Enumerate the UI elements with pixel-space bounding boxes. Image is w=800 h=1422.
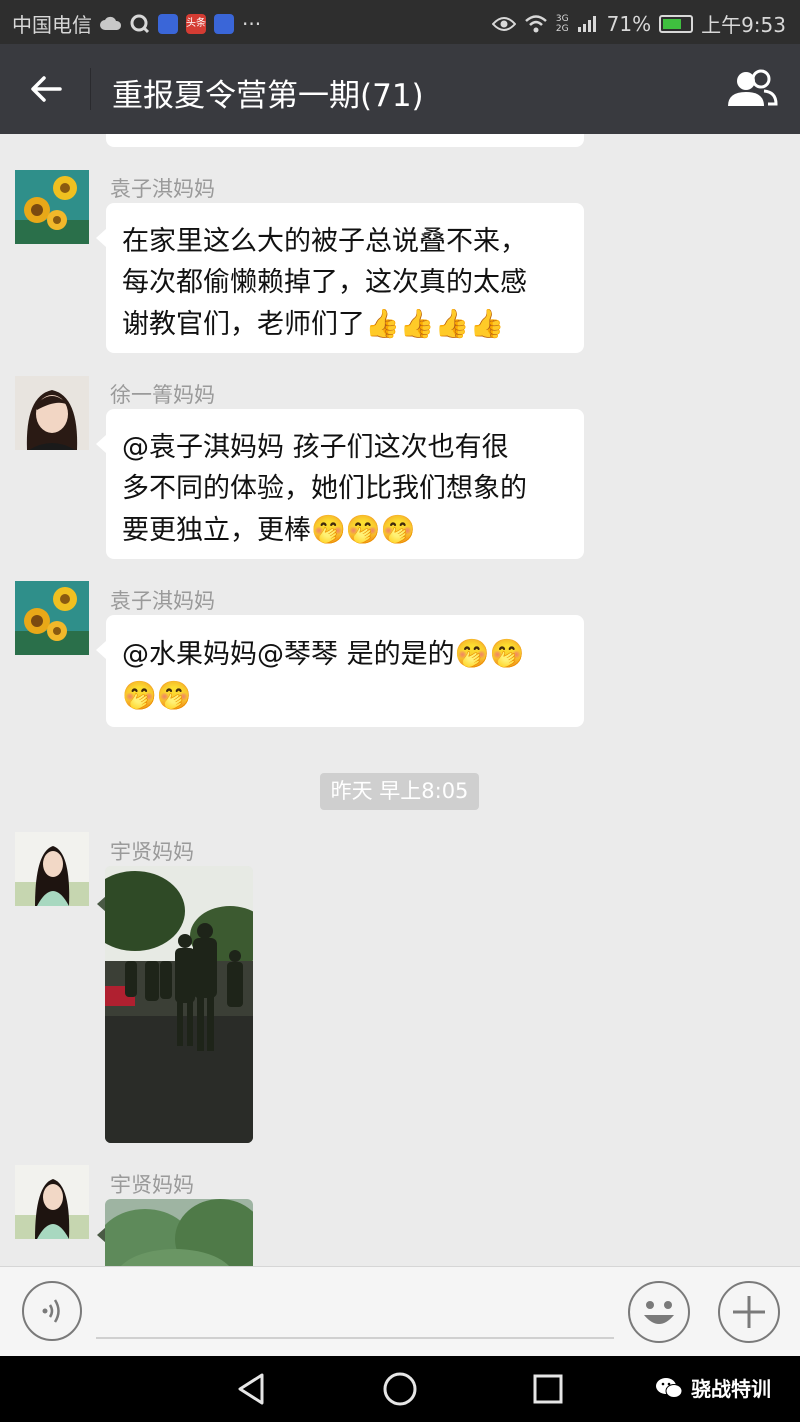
more-notifications: ··· [242,11,262,36]
watermark-text: 骁战特训 [691,1377,771,1401]
wechat-logo-icon [656,1377,683,1398]
avatar[interactable] [15,1165,89,1239]
message-line-with-emoji: @水果妈妈@琴琴 是的是的🤭🤭 [122,637,525,670]
chat-header: 重报夏令营第一期(71) [0,44,800,134]
baidu-paw-icon [214,13,234,34]
watermark: 骁战特训 [655,1373,771,1402]
toutiao-icon: 头条 [186,13,206,34]
battery-fill [663,18,682,29]
smile-emoji: 🤭🤭🤭 [311,513,416,546]
system-back-icon[interactable] [232,1370,270,1408]
sender-name: 宇贤妈妈 [110,1173,194,1197]
sender-name: 袁子淇妈妈 [110,177,215,201]
back-arrow-icon[interactable] [26,69,66,109]
sender-name: 宇贤妈妈 [110,840,194,864]
thumbs-up-emoji: 👍👍👍👍 [365,307,505,340]
voice-input-button[interactable] [22,1281,82,1341]
message-line-with-emoji: 谢教官们，老师们了👍👍👍👍 [122,307,505,340]
group-members-icon[interactable] [726,68,778,110]
message-input[interactable] [96,1287,614,1339]
photo-message[interactable] [105,1199,253,1266]
smile-emoji: 🤭🤭 [454,637,525,670]
message-bubble[interactable]: @袁子淇妈妈 孩子们这次也有很 多不同的体验，她们比我们想象的 要更独立，更棒🤭… [96,409,584,559]
battery-icon [659,14,694,33]
sender-name: 徐一箐妈妈 [110,383,215,407]
woman-avatar-icon [15,832,89,906]
avatar[interactable] [15,581,89,655]
chat-title: 重报夏令营第一期(71) [112,78,424,114]
avatar[interactable] [15,376,89,450]
search-app-icon [130,14,150,33]
smile-emoji: 🤭🤭 [122,679,192,712]
system-home-icon[interactable] [382,1371,418,1407]
avatar[interactable] [15,832,89,906]
plus-icon [733,1296,765,1328]
emoji-button[interactable] [628,1281,690,1343]
sender-name: 袁子淇妈妈 [110,589,215,613]
woman-avatar-icon [15,1165,89,1239]
clock: 上午9:53 [701,13,786,37]
message-bubble[interactable]: 在家里这么大的被子总说叠不来， 每次都偷懒赖掉了，这次真的太感 谢教官们，老师们… [96,203,584,353]
message-line: 多不同的体验，她们比我们想象的 [122,473,527,504]
smiley-icon [644,1301,674,1324]
eye-icon [491,16,516,31]
voice-icon [42,1299,60,1323]
cloud-icon [100,16,122,30]
time-divider: 昨天 早上8:05 [320,773,479,810]
network-type: 3G 2G [555,13,569,34]
message-line: 每次都偷懒赖掉了，这次真的太感 [122,267,527,298]
system-navigation-bar: 骁战特训 [0,1356,800,1422]
military-camp-photo-icon [105,866,253,1143]
message-bubble[interactable]: @水果妈妈@琴琴 是的是的🤭🤭 🤭🤭 [96,615,584,727]
message-bubble-partial[interactable] [106,134,584,147]
baidu-paw-icon [158,13,178,34]
woman-avatar-icon [15,376,89,450]
message-list[interactable]: 袁子淇妈妈 在家里这么大的被子总说叠不来， 每次都偷懒赖掉了，这次真的太感 谢教… [0,134,800,1266]
sunflower-avatar-icon [15,170,89,244]
status-bar: 中国电信 头条 ··· 3G 2G 71% 上午9:53 [0,0,800,44]
more-actions-button[interactable] [718,1281,780,1343]
battery-percent: 71% [606,11,652,36]
photo-message[interactable] [105,866,253,1143]
signal-icon [577,15,596,32]
trees-photo-icon [105,1199,253,1266]
wifi-icon [525,14,547,32]
avatar[interactable] [15,170,89,244]
message-line: 在家里这么大的被子总说叠不来， [122,226,527,257]
header-divider [90,68,91,110]
message-line-with-emoji: 要更独立，更棒🤭🤭🤭 [122,513,416,546]
sunflower-avatar-icon [15,581,89,655]
chat-input-bar [0,1266,800,1356]
message-line: @袁子淇妈妈 孩子们这次也有很 [122,432,509,463]
carrier-label: 中国电信 [12,13,92,37]
system-recents-icon[interactable] [532,1373,564,1405]
